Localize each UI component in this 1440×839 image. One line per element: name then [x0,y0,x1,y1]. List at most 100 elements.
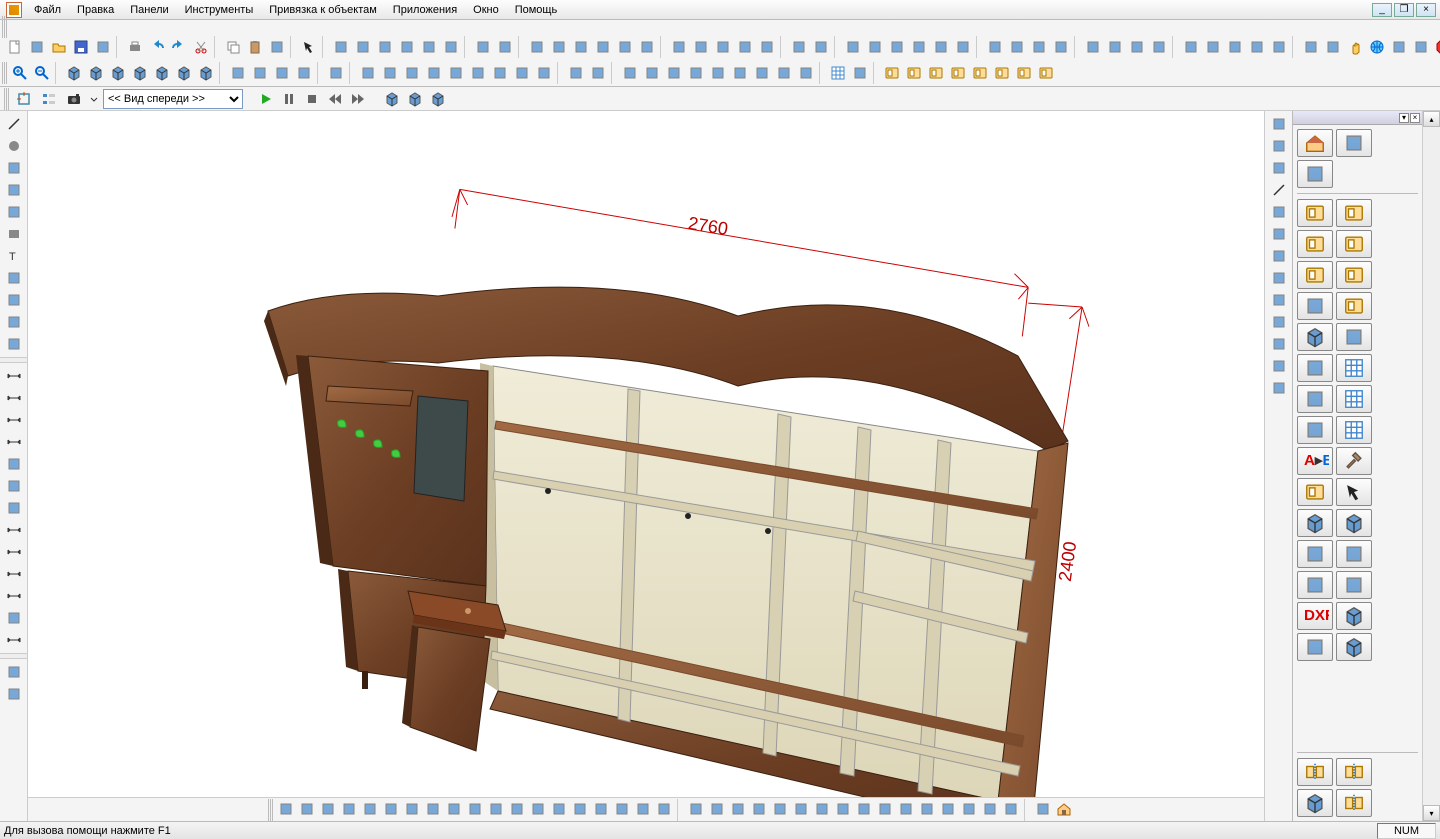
paste-button[interactable] [244,36,266,58]
scissor-button[interactable] [1336,571,1372,599]
print-button[interactable] [124,36,146,58]
s12-button[interactable] [507,799,527,819]
line-button[interactable] [2,113,26,135]
grip[interactable] [2,16,7,38]
k-cut-button[interactable] [1297,571,1333,599]
menu-panels[interactable]: Панели [122,0,176,20]
s36-button[interactable] [1033,799,1053,819]
a4-button[interactable] [707,62,729,84]
tri-button[interactable] [1267,377,1291,399]
arrow-button[interactable] [1336,478,1372,506]
panel-deco-button[interactable] [1297,261,1333,289]
panel-l-button[interactable] [1297,230,1333,258]
angle-button[interactable] [2,683,26,705]
rot1-button[interactable] [330,36,352,58]
saveall-button[interactable] [92,36,114,58]
panel-pin-icon[interactable]: ▾ [1399,113,1409,123]
join-button[interactable] [614,36,636,58]
v3-button[interactable] [271,62,293,84]
spline-button[interactable] [2,179,26,201]
grid-green-button[interactable] [1336,385,1372,413]
open-button[interactable] [48,36,70,58]
mini-btn-7[interactable] [121,21,137,33]
s18-button[interactable] [633,799,653,819]
mini-btn-0[interactable] [9,21,25,33]
paste2-button[interactable] [526,36,548,58]
stop2-button[interactable] [301,88,323,110]
snap3-button[interactable] [842,36,864,58]
line-button[interactable] [1267,179,1291,201]
menu-help[interactable]: Помощь [507,0,566,20]
g1-button[interactable] [636,36,658,58]
pline-button[interactable] [1267,223,1291,245]
ball-button[interactable] [1410,36,1432,58]
panel-cut-button[interactable] [1336,261,1372,289]
mini-btn-5[interactable] [89,21,105,33]
info-button[interactable] [1267,311,1291,333]
axis1-button[interactable] [908,36,930,58]
cube-solid-button[interactable] [404,88,426,110]
sun-button[interactable] [1267,355,1291,377]
cube4-button[interactable] [129,62,151,84]
dim-y-button[interactable] [2,585,26,607]
view-btn-list[interactable] [38,88,60,110]
circle-button[interactable] [2,135,26,157]
canvas[interactable]: 2760 1100 2400 [28,111,1264,797]
panel-edge-button[interactable] [1336,292,1372,320]
t1-button[interactable] [619,62,641,84]
a3-button[interactable] [685,62,707,84]
cross-button[interactable] [1267,245,1291,267]
s32-button[interactable] [938,799,958,819]
new-button[interactable] [4,36,26,58]
cube2-button[interactable] [85,62,107,84]
menu-file[interactable]: Файл [26,0,69,20]
dim-big-button[interactable] [2,541,26,563]
s31-button[interactable] [917,799,937,819]
grid-button[interactable] [827,62,849,84]
a1-button[interactable] [641,62,663,84]
play-button[interactable] [255,88,277,110]
s24-button[interactable] [770,799,790,819]
s9-button[interactable] [444,799,464,819]
panel1-button[interactable] [881,62,903,84]
m5-button[interactable] [511,62,533,84]
s1-button[interactable] [276,799,296,819]
gear-button[interactable] [1336,540,1372,568]
tools-cross-button[interactable] [1297,292,1333,320]
dot2-button[interactable] [1148,36,1170,58]
save-button[interactable] [70,36,92,58]
s33-button[interactable] [959,799,979,819]
cut-button[interactable] [190,36,212,58]
snap4-button[interactable] [864,36,886,58]
cube3-button[interactable] [107,62,129,84]
vline-button[interactable] [756,36,778,58]
s28-button[interactable] [854,799,874,819]
box-yellow-button[interactable] [1336,633,1372,661]
menu-snap[interactable]: Привязка к объектам [261,0,385,20]
undo-button[interactable] [146,36,168,58]
b1-button[interactable] [1180,36,1202,58]
snap1-button[interactable] [788,36,810,58]
s35-button[interactable] [1001,799,1021,819]
p4-button[interactable] [401,62,423,84]
flag-button[interactable] [1336,129,1372,157]
menu-edit[interactable]: Правка [69,0,122,20]
p3-button[interactable] [379,62,401,84]
mini-btn-3[interactable] [57,21,73,33]
find-button[interactable] [440,36,462,58]
l2-button[interactable] [1082,36,1104,58]
s29-button[interactable] [875,799,895,819]
x1-button[interactable] [984,36,1006,58]
rotate3d-button[interactable] [1388,36,1410,58]
s19-button[interactable] [654,799,674,819]
scroll-up-icon[interactable]: ▴ [1423,111,1440,127]
line2-button[interactable] [1267,201,1291,223]
explode-button[interactable] [592,36,614,58]
mirror-h-button[interactable] [1297,758,1333,786]
box-open-button[interactable] [1297,323,1333,351]
dot-button[interactable] [2,333,26,355]
l3-button[interactable] [1104,36,1126,58]
eye-button[interactable] [1267,333,1291,355]
snap2-button[interactable] [810,36,832,58]
group-button[interactable] [548,36,570,58]
